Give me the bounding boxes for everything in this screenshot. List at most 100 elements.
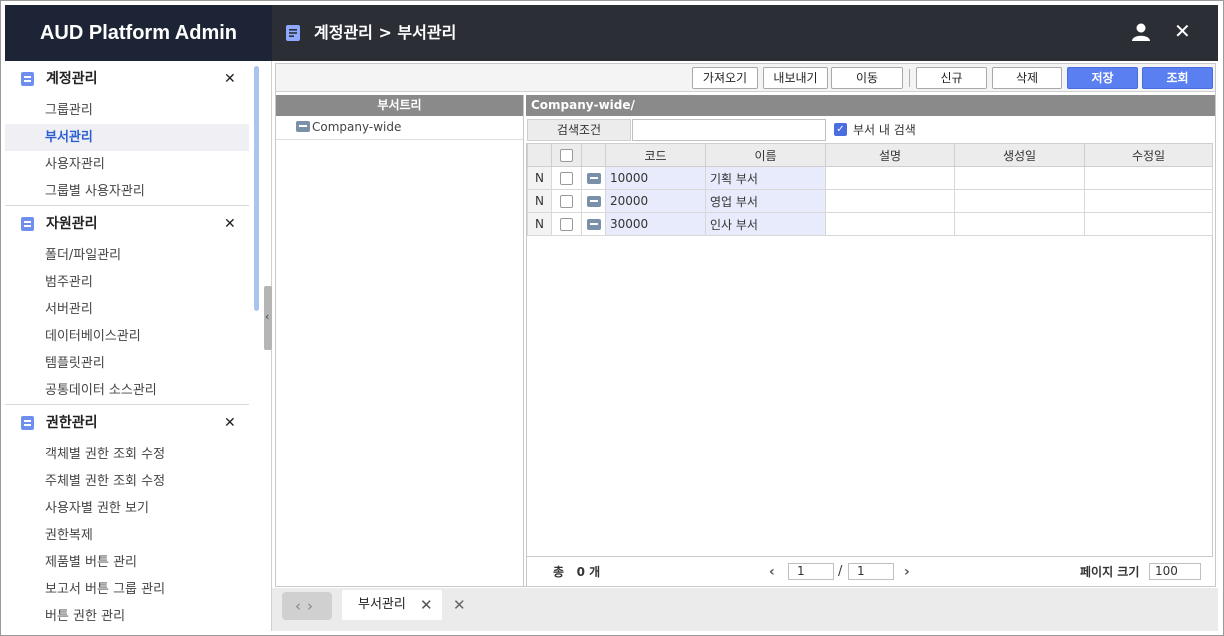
chevron-right-icon[interactable]: › [307, 597, 319, 615]
cell-created[interactable] [954, 166, 1085, 190]
sidebar-item[interactable]: 권한복제 [5, 522, 249, 549]
user-icon[interactable] [1131, 23, 1151, 41]
table-row[interactable]: N 30000 인사 부서 [527, 212, 1213, 236]
sidebar-item[interactable]: 주체별 권한 조회 수정 [5, 468, 249, 495]
cell-name[interactable]: 영업 부서 [705, 189, 826, 213]
select-all-header[interactable] [551, 143, 582, 167]
cell-desc[interactable] [825, 212, 955, 236]
total-count: 총 0 개 [553, 557, 600, 587]
chevron-left-icon[interactable]: ‹ [295, 597, 307, 615]
sidebar-group-permission: 권한관리 ✕ 객체별 권한 조회 수정 주체별 권한 조회 수정 사용자별 권한… [5, 405, 271, 630]
column-header[interactable]: 이름 [705, 143, 826, 167]
sidebar-item[interactable]: 데이터베이스관리 [5, 323, 249, 350]
cell-code[interactable]: 20000 [605, 189, 706, 213]
search-button[interactable]: 조회 [1142, 67, 1213, 89]
sidebar-item[interactable]: 폴더/파일관리 [5, 242, 249, 269]
sidebar-item[interactable]: 사용자관리 [5, 151, 249, 178]
main-content: 가져오기 내보내기 이동 신규 삭제 저장 조회 부서트리 Company-wi… [275, 63, 1216, 587]
checkbox-icon[interactable] [560, 195, 573, 208]
sidebar-item[interactable]: 사용자별 권한 보기 [5, 495, 249, 522]
comment-icon[interactable] [586, 196, 601, 207]
sidebar-group-header[interactable]: 계정관리 ✕ [5, 61, 271, 97]
sidebar-group-header[interactable]: 권한관리 ✕ [5, 405, 271, 441]
next-page-icon[interactable]: › [904, 557, 910, 587]
collapse-icon[interactable]: ✕ [224, 61, 236, 97]
sidebar-group-account: 계정관리 ✕ 그룹관리 부서관리 사용자관리 그룹별 사용자관리 [5, 61, 271, 205]
sidebar-item[interactable]: 버튼 권한 관리 [5, 603, 249, 630]
sidebar-item[interactable]: 보고서 버튼 그룹 관리 [5, 576, 249, 603]
sidebar-item[interactable]: 그룹별 사용자관리 [5, 178, 249, 205]
sidebar: 계정관리 ✕ 그룹관리 부서관리 사용자관리 그룹별 사용자관리 자원관리 ✕ … [5, 61, 272, 631]
prev-page-icon[interactable]: ‹ [769, 557, 775, 587]
column-header[interactable]: 수정일 [1084, 143, 1213, 167]
close-tab-icon[interactable]: ✕ [420, 590, 433, 620]
checkbox-icon[interactable]: ✓ [834, 123, 847, 136]
sidebar-group-header[interactable]: 자원관리 ✕ [5, 206, 271, 242]
cell-code[interactable]: 30000 [605, 212, 706, 236]
comment-icon[interactable] [586, 173, 601, 184]
sidebar-item[interactable]: 제품별 버튼 관리 [5, 549, 249, 576]
tab-nav[interactable]: ‹› [282, 592, 332, 620]
table-row[interactable]: N 20000 영업 부서 [527, 189, 1213, 213]
move-button[interactable]: 이동 [831, 67, 903, 89]
dept-grid-panel: Company-wide/ 검색조건 ✓ 부서 내 검색 코드 이름 설명 생성… [526, 95, 1215, 587]
breadcrumb: 계정관리 > 부서관리 [314, 23, 457, 42]
row-select[interactable] [551, 212, 582, 236]
row-comment[interactable] [581, 212, 606, 236]
sidebar-item-active[interactable]: 부서관리 [5, 124, 249, 151]
divider [909, 69, 910, 87]
close-all-tabs-icon[interactable]: ✕ [453, 592, 466, 618]
sidebar-group-label: 자원관리 [46, 216, 98, 232]
panel-title: 부서트리 [276, 95, 523, 116]
row-comment[interactable] [581, 166, 606, 190]
page-size-input[interactable]: 100 [1149, 563, 1201, 580]
row-select[interactable] [551, 189, 582, 213]
document-icon [286, 25, 300, 41]
search-input[interactable] [632, 119, 826, 141]
checkbox-icon[interactable] [560, 149, 573, 162]
column-header[interactable]: 설명 [825, 143, 955, 167]
search-condition-label: 검색조건 [527, 119, 631, 141]
cell-created[interactable] [954, 212, 1085, 236]
sidebar-item[interactable]: 객체별 권한 조회 수정 [5, 441, 249, 468]
checkbox-icon[interactable] [560, 218, 573, 231]
panel-splitter[interactable]: ‹ [264, 286, 272, 350]
sidebar-item[interactable]: 서버관리 [5, 296, 249, 323]
delete-button[interactable]: 삭제 [992, 67, 1062, 89]
sidebar-item[interactable]: 그룹관리 [5, 97, 249, 124]
cell-created[interactable] [954, 189, 1085, 213]
comment-icon[interactable] [586, 219, 601, 230]
page-input[interactable]: 1 [788, 563, 834, 580]
cell-modified[interactable] [1084, 166, 1213, 190]
checkbox-icon[interactable] [560, 172, 573, 185]
sidebar-scrollbar[interactable] [254, 66, 259, 311]
cell-desc[interactable] [825, 189, 955, 213]
cell-desc[interactable] [825, 166, 955, 190]
tree-node-label: Company-wide [312, 120, 402, 134]
comment-icon [296, 121, 310, 132]
new-button[interactable]: 신규 [916, 67, 987, 89]
close-icon[interactable]: ✕ [1174, 19, 1191, 43]
row-comment[interactable] [581, 189, 606, 213]
collapse-icon[interactable]: ✕ [224, 206, 236, 242]
tab-dept[interactable]: 부서관리 ✕ [342, 590, 442, 620]
cell-name[interactable]: 인사 부서 [705, 212, 826, 236]
cell-modified[interactable] [1084, 212, 1213, 236]
tree-node[interactable]: Company-wide [276, 116, 523, 140]
table-row[interactable]: N 10000 기획 부서 [527, 166, 1213, 190]
export-button[interactable]: 내보내기 [763, 67, 828, 89]
collapse-icon[interactable]: ✕ [224, 405, 236, 441]
row-select[interactable] [551, 166, 582, 190]
cell-modified[interactable] [1084, 189, 1213, 213]
column-header[interactable]: 코드 [605, 143, 706, 167]
sidebar-item[interactable]: 템플릿관리 [5, 350, 249, 377]
dept-table: 코드 이름 설명 생성일 수정일 N 10000 기획 부서 N 20000 영… [527, 143, 1213, 236]
cell-code[interactable]: 10000 [605, 166, 706, 190]
sidebar-group-resource: 자원관리 ✕ 폴더/파일관리 범주관리 서버관리 데이터베이스관리 템플릿관리 … [5, 206, 271, 404]
save-button[interactable]: 저장 [1067, 67, 1138, 89]
column-header[interactable]: 생성일 [954, 143, 1085, 167]
import-button[interactable]: 가져오기 [692, 67, 758, 89]
cell-name[interactable]: 기획 부서 [705, 166, 826, 190]
sidebar-item[interactable]: 공통데이터 소스관리 [5, 377, 249, 404]
sidebar-item[interactable]: 범주관리 [5, 269, 249, 296]
